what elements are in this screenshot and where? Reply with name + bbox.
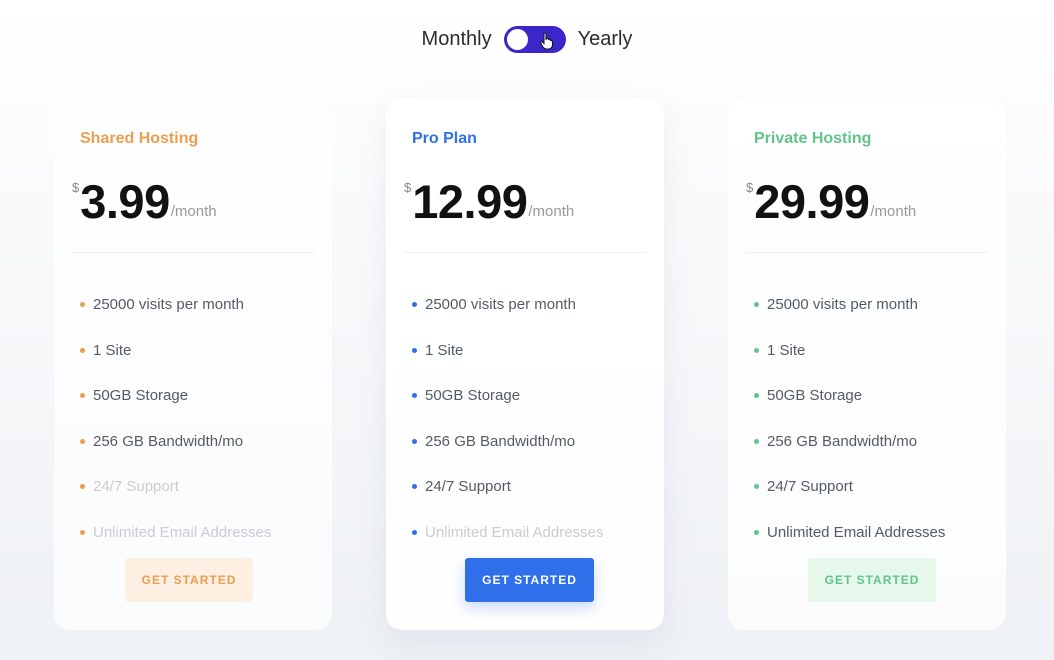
bullet-icon: [80, 529, 85, 535]
feature-text: 25000 visits per month: [425, 296, 576, 314]
bullet-icon: [80, 393, 85, 399]
feature-text: 256 GB Bandwidth/mo: [767, 432, 918, 450]
divider: [404, 252, 646, 253]
feature-item: 50GB Storage: [80, 373, 271, 419]
bullet-icon: [754, 347, 759, 353]
bullet-icon: [412, 529, 417, 535]
billing-toggle: Monthly Yearly: [0, 26, 1054, 53]
feature-text: 24/7 Support: [93, 478, 179, 496]
feature-item: 50GB Storage: [754, 373, 945, 419]
price-amount: 3.99: [80, 175, 170, 228]
yearly-label[interactable]: Yearly: [578, 28, 633, 51]
feature-item: 25000 visits per month: [412, 282, 603, 328]
bullet-icon: [754, 302, 759, 308]
feature-text: 1 Site: [93, 341, 132, 359]
bullet-icon: [80, 302, 85, 308]
bullet-icon: [412, 347, 417, 353]
feature-item: Unlimited Email Addresses: [754, 510, 945, 556]
feature-item: 256 GB Bandwidth/mo: [412, 419, 603, 465]
get-started-button[interactable]: GET STARTED: [125, 558, 253, 602]
feature-item: 256 GB Bandwidth/mo: [80, 419, 271, 465]
price-period: /month: [170, 203, 217, 220]
bullet-icon: [754, 393, 759, 399]
hand-pointer-icon: [539, 32, 553, 50]
feature-item: 1 Site: [80, 328, 271, 374]
feature-list: 25000 visits per month 1 Site 50GB Stora…: [754, 282, 945, 555]
feature-text: 256 GB Bandwidth/mo: [93, 432, 244, 450]
bullet-icon: [754, 484, 759, 490]
plan-name: Private Hosting: [754, 130, 872, 147]
plan-name: Pro Plan: [412, 130, 477, 147]
feature-text: Unlimited Email Addresses: [425, 523, 604, 541]
plan-card-shared-hosting: Shared Hosting $ 3.99 /month 25000 visit…: [54, 98, 332, 630]
divider: [72, 252, 314, 253]
plan-card-pro-plan: Pro Plan $ 12.99 /month 25000 visits per…: [386, 98, 664, 630]
feature-text: 24/7 Support: [425, 478, 511, 496]
feature-item: 1 Site: [412, 328, 603, 374]
feature-text: 24/7 Support: [767, 478, 853, 496]
bullet-icon: [80, 484, 85, 490]
bullet-icon: [80, 438, 85, 444]
feature-text: 1 Site: [425, 341, 464, 359]
currency-symbol: $: [72, 180, 80, 195]
currency-symbol: $: [404, 180, 412, 195]
currency-symbol: $: [746, 180, 754, 195]
bullet-icon: [412, 484, 417, 490]
feature-text: Unlimited Email Addresses: [767, 523, 946, 541]
price: $ 12.99 /month: [404, 176, 574, 228]
feature-text: 1 Site: [767, 341, 806, 359]
price-amount: 12.99: [412, 175, 528, 228]
bullet-icon: [754, 438, 759, 444]
feature-item: 1 Site: [754, 328, 945, 374]
pricing-page: Monthly Yearly Shared Hosting $ 3.99 /mo…: [0, 0, 1054, 660]
bullet-icon: [412, 302, 417, 308]
feature-text: Unlimited Email Addresses: [93, 523, 272, 541]
price: $ 3.99 /month: [72, 176, 217, 228]
plan-card-private-hosting: Private Hosting $ 29.99 /month 25000 vis…: [728, 98, 1006, 630]
feature-item: 256 GB Bandwidth/mo: [754, 419, 945, 465]
switch-knob[interactable]: [506, 29, 528, 50]
price-amount: 29.99: [754, 175, 870, 228]
feature-item: 24/7 Support: [754, 464, 945, 510]
feature-list: 25000 visits per month 1 Site 50GB Stora…: [80, 282, 271, 555]
price-period: /month: [870, 203, 917, 220]
get-started-button[interactable]: GET STARTED: [465, 558, 594, 602]
feature-text: 25000 visits per month: [767, 296, 918, 314]
monthly-label[interactable]: Monthly: [422, 28, 492, 51]
feature-item-disabled: 24/7 Support: [80, 464, 271, 510]
price-period: /month: [528, 203, 575, 220]
plan-name: Shared Hosting: [80, 130, 199, 147]
bullet-icon: [412, 393, 417, 399]
feature-text: 256 GB Bandwidth/mo: [425, 432, 576, 450]
feature-item: 50GB Storage: [412, 373, 603, 419]
feature-item-disabled: Unlimited Email Addresses: [412, 510, 603, 556]
feature-text: 50GB Storage: [425, 387, 521, 405]
get-started-button[interactable]: GET STARTED: [808, 558, 936, 602]
price: $ 29.99 /month: [746, 176, 916, 228]
feature-list: 25000 visits per month 1 Site 50GB Stora…: [412, 282, 603, 555]
feature-item: 24/7 Support: [412, 464, 603, 510]
feature-text: 50GB Storage: [93, 387, 189, 405]
feature-text: 25000 visits per month: [93, 296, 244, 314]
feature-item: 25000 visits per month: [754, 282, 945, 328]
billing-switch[interactable]: [503, 26, 566, 53]
feature-text: 50GB Storage: [767, 387, 863, 405]
feature-item: 25000 visits per month: [80, 282, 271, 328]
bullet-icon: [80, 347, 85, 353]
bullet-icon: [754, 529, 759, 535]
bullet-icon: [412, 438, 417, 444]
feature-item-disabled: Unlimited Email Addresses: [80, 510, 271, 556]
divider: [746, 252, 988, 253]
